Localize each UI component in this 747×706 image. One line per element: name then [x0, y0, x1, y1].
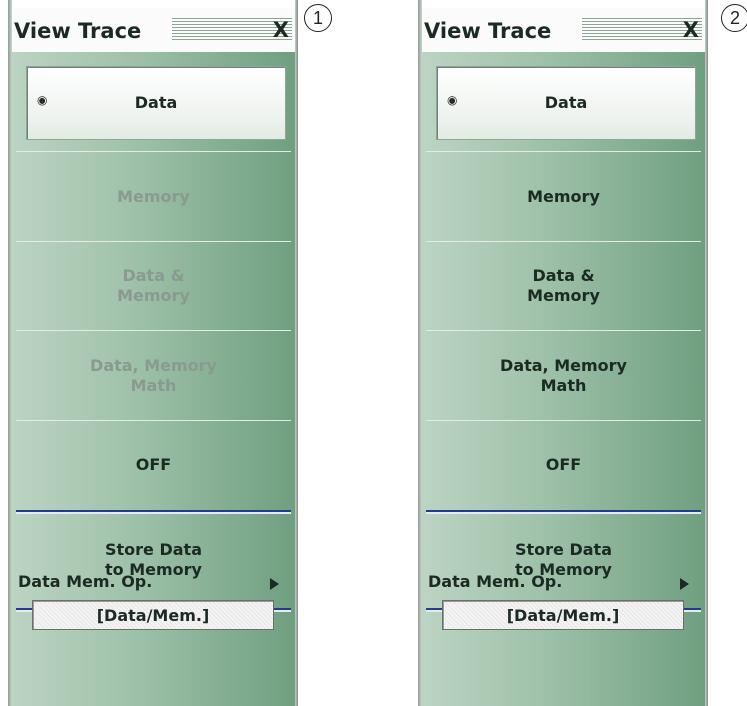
button-area: ◉ Data Memory Data & Memory Data, Memory… — [12, 52, 295, 706]
data-button[interactable]: ◉ Data — [26, 66, 286, 140]
data-memory-button[interactable]: Data & Memory — [422, 242, 705, 330]
panel-frame-right — [705, 0, 708, 706]
data-memory-math-button[interactable]: Data, Memory Math — [422, 331, 705, 420]
callout-1: 1 — [304, 4, 332, 32]
section-divider — [16, 510, 291, 514]
button-area: ◉ Data Memory Data & Memory Data, Memory… — [422, 52, 705, 706]
data-memory-math-button[interactable]: Data, Memory Math — [12, 331, 295, 420]
data-mem-op-label: Data Mem. Op. — [428, 572, 563, 591]
data-mem-op-label: Data Mem. Op. — [18, 572, 153, 591]
data-button[interactable]: ◉ Data — [436, 66, 696, 140]
data-button-label: Data — [544, 93, 588, 112]
off-button[interactable]: OFF — [12, 421, 295, 508]
off-button[interactable]: OFF — [422, 421, 705, 508]
memory-button[interactable]: Memory — [422, 152, 705, 241]
panel-frame-right — [295, 0, 298, 706]
callout-2: 2 — [721, 4, 747, 32]
data-memory-button[interactable]: Data & Memory — [12, 242, 295, 330]
view-trace-panel-1: View Trace X ◉ Data Memory Data & Memory… — [8, 0, 298, 706]
panel-titlebar: View Trace X — [12, 8, 295, 52]
close-button[interactable]: X — [273, 18, 289, 42]
submenu-arrow-icon[interactable] — [680, 578, 689, 590]
panel-title: View Trace — [14, 19, 148, 43]
data-mem-op-field[interactable]: [Data/Mem.] — [32, 600, 274, 630]
data-button-label: Data — [134, 93, 178, 112]
panel-titlebar: View Trace X — [422, 8, 705, 52]
view-trace-panel-2: View Trace X ◉ Data Memory Data & Memory… — [418, 0, 708, 706]
panel-title: View Trace — [424, 19, 558, 43]
close-button[interactable]: X — [683, 18, 699, 42]
data-mem-op-field[interactable]: [Data/Mem.] — [442, 600, 684, 630]
section-divider — [426, 510, 701, 514]
submenu-arrow-icon[interactable] — [270, 578, 279, 590]
memory-button[interactable]: Memory — [12, 152, 295, 241]
